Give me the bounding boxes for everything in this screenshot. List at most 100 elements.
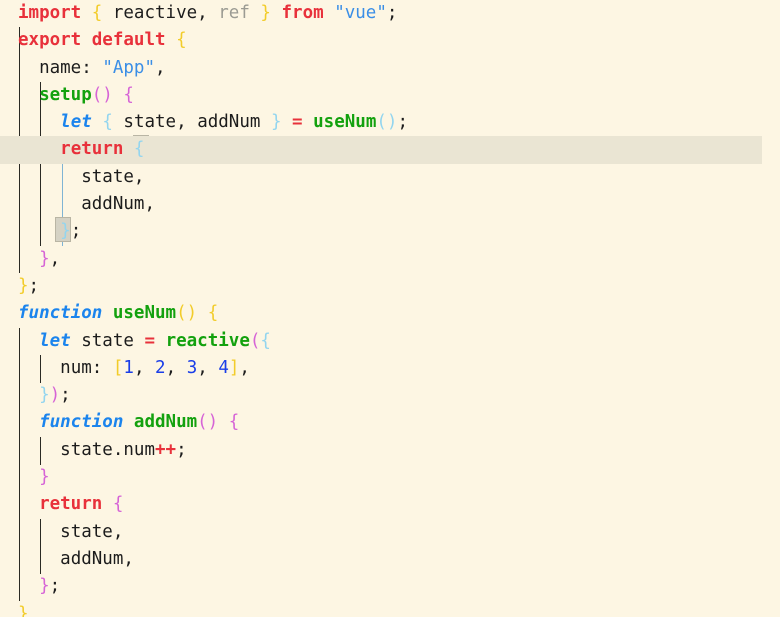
code-line[interactable]: };	[0, 573, 780, 600]
code-line-current[interactable]: return {	[0, 136, 762, 164]
code-line[interactable]: name: "App",	[0, 55, 780, 82]
code-token: ()	[197, 412, 219, 433]
code-token: ;	[28, 275, 40, 296]
code-token: ,	[144, 194, 155, 215]
code-token: export	[18, 30, 82, 51]
code-token: 2	[155, 357, 166, 378]
code-token: ,	[133, 166, 145, 187]
code-token: :	[81, 57, 92, 78]
code-token: ()	[176, 303, 198, 324]
code-token: ;	[60, 385, 71, 406]
code-token: }	[260, 3, 271, 23]
code-line[interactable]: };	[0, 218, 780, 245]
code-line[interactable]: },	[0, 246, 780, 273]
code-token: }	[18, 603, 29, 617]
code-token: ()	[91, 84, 113, 105]
code-token: ,	[133, 357, 145, 378]
code-token: ,	[197, 3, 208, 23]
code-line[interactable]: let { state, addNum } = useNum();	[0, 109, 780, 136]
code-line[interactable]: setup() {	[0, 82, 780, 109]
code-line[interactable]: return {	[0, 491, 780, 518]
code-line[interactable]: import { reactive, ref } from "vue";	[0, 0, 780, 27]
code-line[interactable]: state.num++;	[0, 437, 780, 464]
code-token: import	[18, 3, 82, 23]
code-token: }	[39, 576, 50, 597]
code-content[interactable]: import { reactive, ref } from "vue"; expo…	[0, 0, 780, 617]
code-line[interactable]: function useNum() {	[0, 300, 780, 327]
code-line[interactable]: }	[0, 464, 780, 491]
code-token: (	[249, 330, 261, 351]
code-token: let	[60, 112, 92, 133]
code-token: {	[260, 330, 271, 351]
code-token: {	[176, 30, 187, 51]
code-token: }	[60, 221, 71, 242]
code-token: ;	[70, 221, 82, 242]
code-token: ,	[49, 248, 61, 269]
code-editor[interactable]: import { reactive, ref } from "vue"; expo…	[0, 0, 780, 617]
code-line[interactable]: export default {	[0, 27, 780, 54]
code-line[interactable]: }	[0, 601, 780, 617]
code-line[interactable]: state,	[0, 519, 780, 546]
code-token: state	[60, 439, 113, 460]
code-token: }	[39, 248, 50, 269]
code-token: state	[123, 112, 177, 133]
code-token: function	[18, 303, 103, 324]
code-token: ,	[165, 357, 177, 378]
code-token: ;	[49, 576, 61, 597]
code-token: )	[49, 385, 61, 406]
code-line[interactable]: addNum,	[0, 546, 780, 573]
code-line[interactable]: });	[0, 382, 780, 409]
code-token: {	[123, 84, 134, 105]
code-token: num	[123, 439, 155, 460]
code-token: setup	[39, 84, 92, 105]
code-token: default	[91, 30, 166, 51]
code-line[interactable]: addNum,	[0, 191, 780, 218]
code-token: "App"	[102, 57, 156, 78]
code-token: addNum	[133, 412, 198, 433]
code-line[interactable]: };	[0, 273, 780, 300]
code-token: state	[81, 166, 134, 187]
code-line[interactable]: function addNum() {	[0, 409, 780, 436]
code-line[interactable]: let state = reactive({	[0, 328, 780, 355]
code-token: name	[39, 57, 82, 78]
code-token: {	[133, 139, 145, 160]
code-token: ,	[123, 548, 134, 569]
code-line[interactable]: state,	[0, 164, 780, 191]
code-token: 3	[186, 357, 198, 378]
code-line[interactable]: num: [1, 2, 3, 4],	[0, 355, 780, 382]
code-token: 1	[123, 357, 134, 378]
code-token: ,	[155, 57, 166, 78]
code-token: {	[112, 494, 124, 515]
code-token: let	[39, 330, 71, 351]
code-token: num	[60, 357, 92, 378]
code-token: return	[60, 139, 124, 160]
code-token: addNum	[197, 112, 261, 133]
